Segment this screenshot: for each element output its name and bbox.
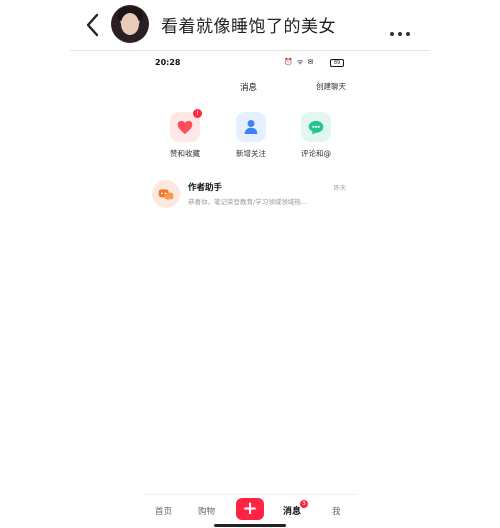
page-title: 消息	[240, 83, 258, 93]
new-followers-button[interactable]	[236, 112, 266, 142]
messages-count-badge: 3	[300, 500, 308, 508]
nav-me[interactable]: 我	[332, 505, 341, 517]
nav-divider	[145, 494, 357, 495]
likes-badge: !	[193, 109, 202, 118]
conversation-time: 昨天	[334, 185, 347, 192]
comments-mentions-button[interactable]	[301, 112, 331, 142]
more-dots-icon[interactable]	[390, 21, 416, 36]
status-icons: ⏰ ᯤ ✉	[284, 58, 315, 66]
comments-mentions-label: 评论和@	[301, 149, 331, 158]
create-chat-button[interactable]: 创建聊天	[316, 81, 346, 92]
nav-home[interactable]: 首页	[155, 505, 172, 517]
battery-icon: 89	[330, 59, 344, 67]
header-divider	[70, 50, 430, 51]
author-helper-avatar[interactable]	[152, 180, 180, 208]
person-icon	[244, 120, 258, 134]
helper-chat-icon	[158, 189, 174, 200]
conversation-name[interactable]: 作者助手	[188, 181, 222, 193]
nav-shop[interactable]: 购物	[198, 505, 215, 517]
back-chevron-icon[interactable]	[82, 12, 104, 38]
nav-messages[interactable]: 消息	[283, 504, 301, 517]
likes-collections-label: 赞和收藏	[170, 149, 200, 158]
avatar[interactable]	[111, 5, 149, 43]
comment-icon	[308, 120, 324, 134]
heart-icon	[177, 120, 193, 134]
new-followers-label: 新增关注	[236, 149, 266, 158]
chat-title: 看着就像睡饱了的美女	[161, 17, 336, 37]
conversation-snippet: 恭喜你，笔记荣登教育/学习领域领域热…	[188, 198, 308, 206]
publish-plus-button[interactable]: +	[236, 498, 264, 520]
home-indicator	[214, 524, 286, 527]
status-time: 20:28	[155, 58, 181, 67]
